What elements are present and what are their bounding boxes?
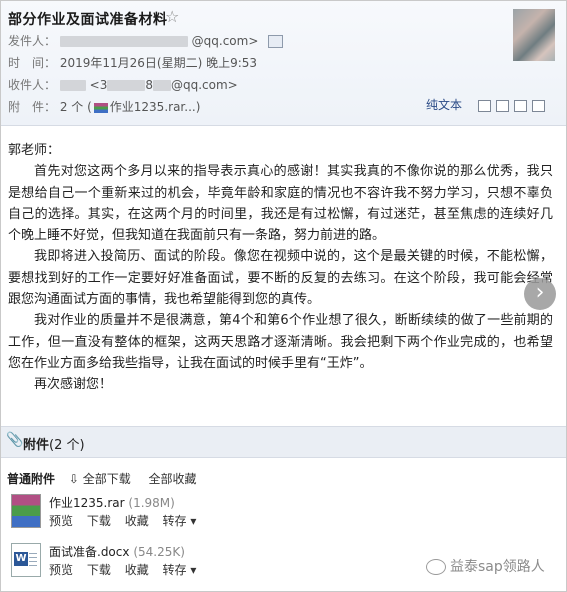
time-value: 2019年11月26日(星期二) 晚上9:53	[59, 56, 258, 70]
download-link[interactable]: 下载	[87, 514, 111, 528]
mail-header: 部分作业及面试准备材料 ☆ 发件人： @qq.com> 时 间： 2019年11…	[1, 1, 566, 126]
print-icon[interactable]	[496, 100, 509, 112]
redacted-recipient-name	[59, 80, 86, 91]
attach-link[interactable]: 作业1235.rar...)	[110, 100, 201, 114]
attachments-section-header: 普通附件 ⇩ 全部下载 全部收藏	[7, 470, 211, 487]
preview-link[interactable]: 预览	[49, 514, 73, 528]
mail-body: 郭老师： 首先对您这两个多月以来的指导表示真心的感谢！其实我真的不像你说的那么优…	[8, 140, 553, 396]
redacted-sender	[59, 36, 188, 47]
attachment-item: 作业1235.rar (1.98M) 预览 下载 收藏 转存 ▾	[11, 494, 311, 530]
paragraph: 再次感谢您！	[34, 377, 113, 393]
paragraph: 我对作业的质量并不是很满意，第4个和第6个作业想了很久，断断续续的做了一些前期的…	[8, 313, 553, 371]
save-all-link[interactable]: 全部收藏	[149, 472, 197, 486]
attachment-actions: 预览 下载 收藏 转存 ▾	[49, 561, 206, 578]
next-arrow-icon[interactable]: ›	[524, 278, 556, 310]
plain-text-link[interactable]: 纯文本	[426, 96, 462, 113]
to-value-prefix[interactable]: <3	[90, 78, 108, 92]
attachments-title: 附件(2 个)	[23, 438, 85, 453]
watermark: 益泰sap领路人	[426, 556, 545, 576]
redacted-recipient-b	[153, 80, 171, 91]
time-row: 时 间： 2019年11月26日(星期二) 晚上9:53	[8, 54, 257, 71]
zoom-icon[interactable]	[532, 100, 545, 112]
paragraph: 首先对您这两个多月以来的指导表示真心的感谢！其实我真的不像你说的那么优秀，我只是…	[8, 164, 553, 244]
preview-link[interactable]: 预览	[49, 563, 73, 577]
attach-count: 2 个 (	[59, 100, 92, 114]
new-window-icon[interactable]	[478, 100, 491, 112]
paragraph: 我即将进入投简历、面试的阶段。像您在视频中说的，这个是最关键的时候，不能松懈，要…	[8, 249, 553, 308]
attachment-name[interactable]: 作业1235.rar (1.98M)	[49, 494, 175, 511]
download-all-link[interactable]: ⇩ 全部下载	[69, 472, 131, 486]
from-value[interactable]: @qq.com>	[192, 34, 259, 48]
from-label: 发件人：	[8, 34, 57, 48]
to-value-suffix[interactable]: @qq.com>	[171, 78, 238, 92]
header-toolbar	[478, 97, 550, 116]
download-link[interactable]: 下载	[87, 563, 111, 577]
wechat-icon	[426, 559, 446, 575]
to-label: 收件人：	[8, 78, 57, 92]
fold-icon[interactable]	[514, 100, 527, 112]
to-value-mid[interactable]: 8	[145, 78, 153, 92]
from-row: 发件人： @qq.com>	[8, 32, 284, 49]
save-link[interactable]: 收藏	[125, 563, 149, 577]
rar-icon	[93, 102, 108, 113]
redacted-recipient-a	[107, 80, 146, 91]
rar-icon	[11, 494, 41, 528]
transfer-dropdown[interactable]: 转存 ▾	[163, 563, 197, 577]
time-label: 时 间：	[8, 56, 57, 70]
paperclip-icon: 📎	[6, 432, 24, 448]
attach-row: 附 件： 2 个 ( 作业1235.rar...)	[8, 98, 200, 115]
sender-avatar[interactable]	[513, 9, 555, 61]
word-doc-icon: W	[11, 543, 41, 577]
attach-label: 附 件：	[8, 100, 57, 114]
salutation: 郭老师：	[8, 143, 61, 158]
save-link[interactable]: 收藏	[125, 514, 149, 528]
attachment-name[interactable]: 面试准备.docx (54.25K)	[49, 543, 185, 560]
section-title: 普通附件	[7, 472, 56, 486]
attachment-item: W 面试准备.docx (54.25K) 预览 下载 收藏 转存 ▾	[11, 543, 311, 579]
star-icon[interactable]: ☆	[165, 7, 179, 26]
attachments-bar: 📎 附件(2 个)	[1, 426, 566, 458]
mail-subject: 部分作业及面试准备材料	[8, 12, 168, 28]
transfer-dropdown[interactable]: 转存 ▾	[163, 514, 197, 528]
contact-card-icon[interactable]	[268, 35, 284, 48]
attachment-actions: 预览 下载 收藏 转存 ▾	[49, 512, 206, 529]
to-row: 收件人： <3 8 @qq.com>	[8, 76, 238, 93]
